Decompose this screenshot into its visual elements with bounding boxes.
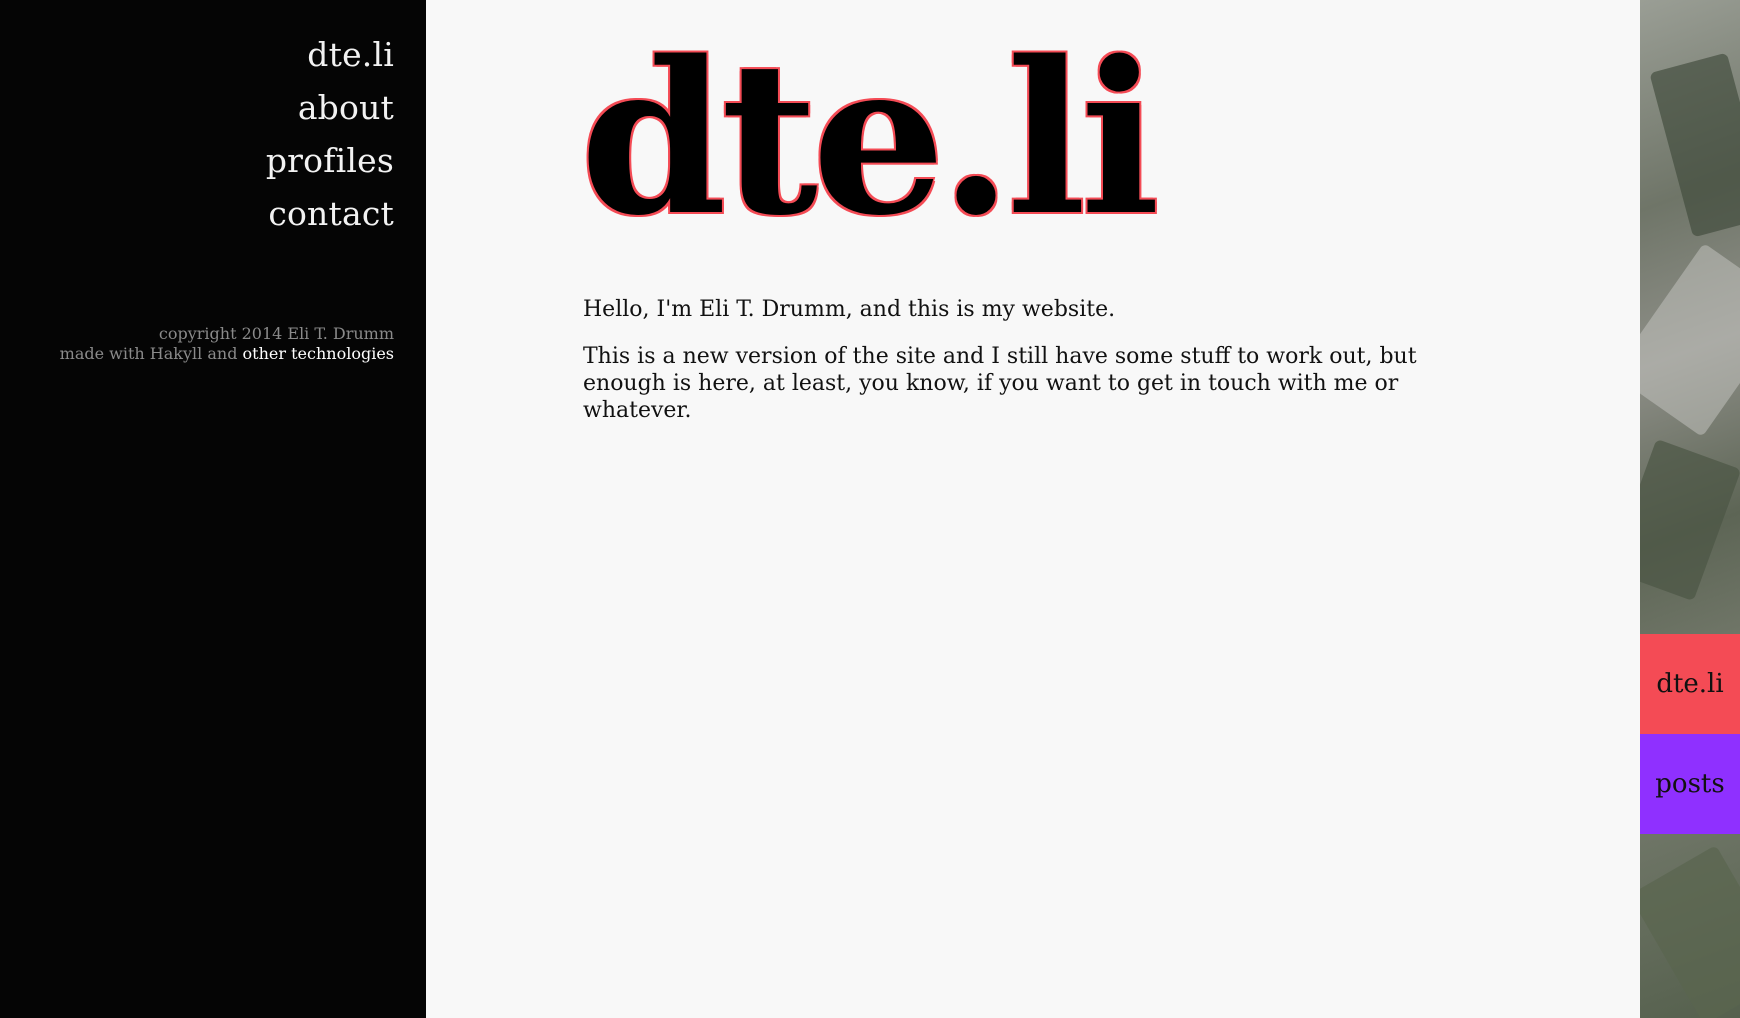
- made-with-text: made with Hakyll and: [59, 344, 238, 363]
- nav-link-contact[interactable]: contact: [266, 187, 394, 240]
- made-with-line: made with Hakyll and other technologies: [60, 344, 394, 364]
- aerial-field-shape: [1640, 438, 1740, 602]
- aerial-photo-strip: dte.li posts: [1640, 0, 1740, 1018]
- intro-paragraph: This is a new version of the site and I …: [583, 344, 1417, 423]
- intro-text: Hello, I'm Eli T. Drumm, and this is my …: [583, 296, 1483, 444]
- main-content: dte.li Hello, I'm Eli T. Drumm, and this…: [426, 0, 1640, 1018]
- site-nav: dte.li about profiles contact: [266, 28, 394, 240]
- aerial-field-shape: [1640, 845, 1740, 1018]
- copyright-text: copyright 2014 Eli T. Drumm: [158, 324, 394, 343]
- nav-link-about[interactable]: about: [266, 81, 394, 134]
- intro-paragraph: Hello, I'm Eli T. Drumm, and this is my …: [583, 297, 1116, 322]
- sidebar: dte.li about profiles contact copyright …: [0, 0, 426, 1018]
- nav-link-home[interactable]: dte.li: [266, 28, 394, 81]
- page-title: dte.li: [580, 15, 1160, 262]
- sidebar-footer: copyright 2014 Eli T. Drumm made with Ha…: [60, 324, 394, 364]
- tile-posts-link[interactable]: posts: [1640, 734, 1740, 834]
- aerial-building-shape: [1640, 242, 1740, 438]
- aerial-trees-shape: [1649, 52, 1740, 238]
- other-technologies-link[interactable]: other technologies: [243, 344, 394, 363]
- nav-link-profiles[interactable]: profiles: [266, 134, 394, 187]
- tile-home-link[interactable]: dte.li: [1640, 634, 1740, 734]
